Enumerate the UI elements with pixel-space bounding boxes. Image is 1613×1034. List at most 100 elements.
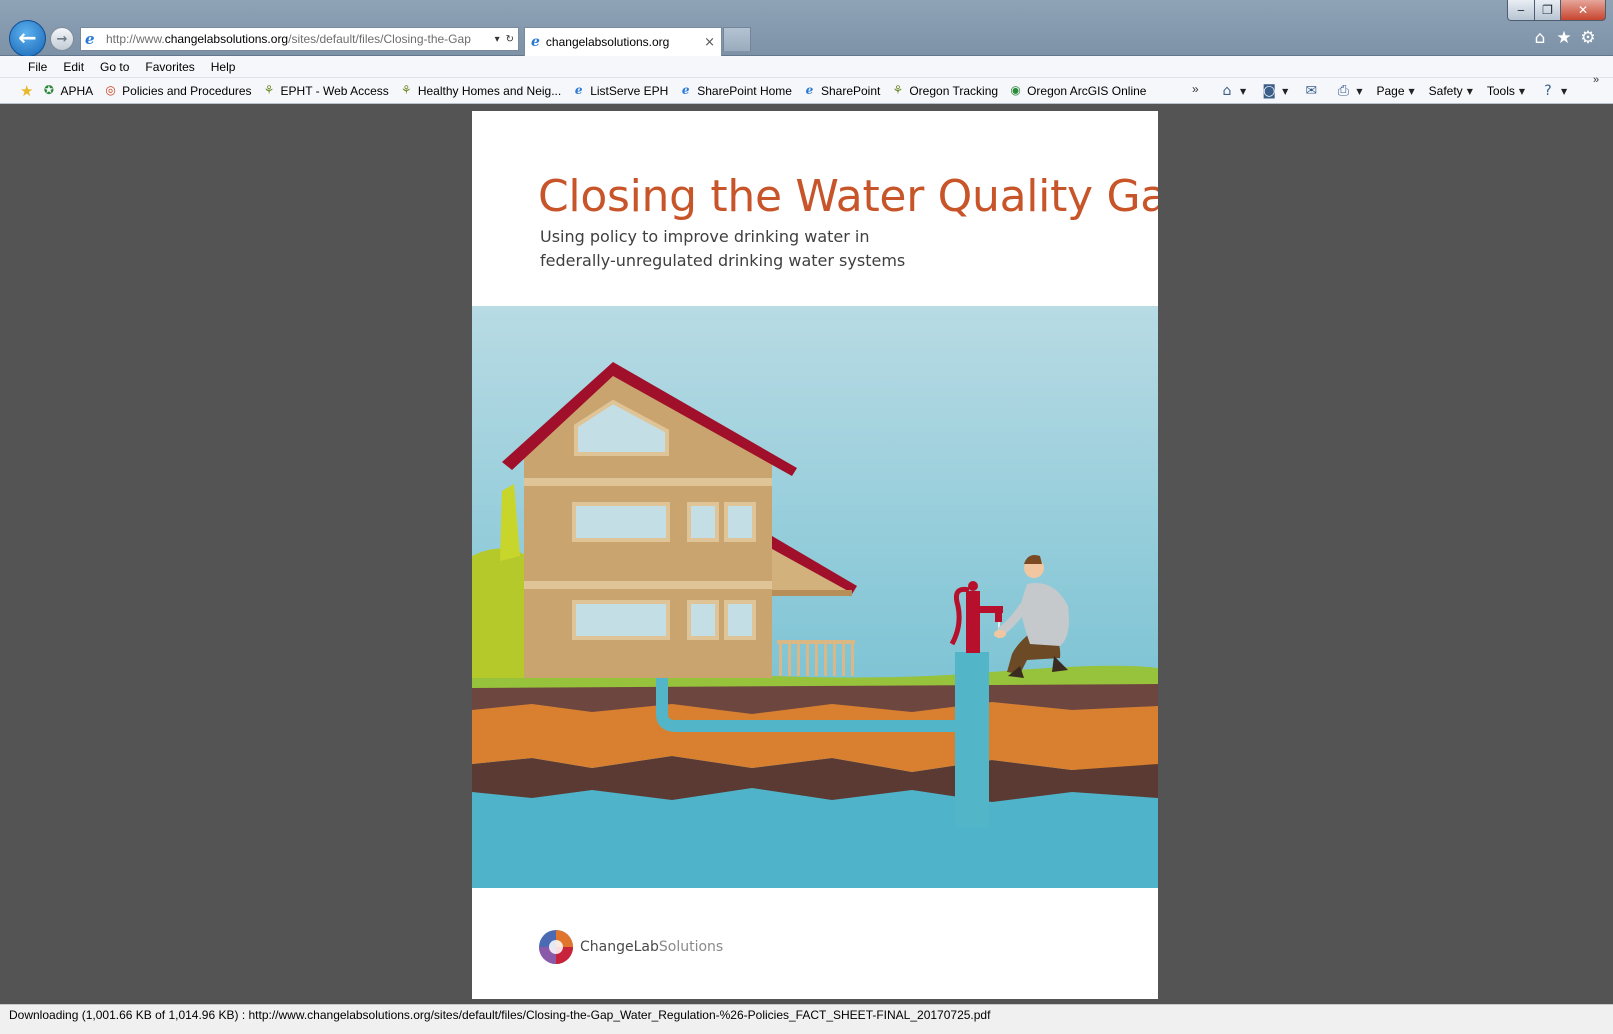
- window-upper-mid: [687, 502, 719, 542]
- favorite-label: Healthy Homes and Neig...: [417, 83, 562, 98]
- mail-icon: ✉: [1305, 83, 1318, 99]
- command-home-button[interactable]: ⌂ ▼: [1218, 83, 1247, 99]
- dropdown-arrow-icon[interactable]: ▼: [1561, 87, 1567, 96]
- changelab-brand-name: ChangeLabSolutions: [580, 939, 723, 955]
- favorites-star-icon[interactable]: ★: [1554, 28, 1574, 48]
- favorite-item[interactable]: e SharePoint Home: [678, 83, 792, 98]
- subtitle-line-1: Using policy to improve drinking water i…: [540, 227, 870, 246]
- pdf-page: Closing the Water Quality Gap Using poli…: [472, 111, 1158, 999]
- changelab-logo: ChangeLabSolutions: [538, 929, 723, 965]
- browser-title-bar: ‒ ❐ ✕ ← → e http://www.changelabsolution…: [0, 0, 1613, 57]
- command-rss-button[interactable]: ◙ ▼: [1260, 83, 1288, 99]
- house-band-1: [524, 478, 772, 486]
- dropdown-arrow-icon[interactable]: ▼: [1282, 87, 1288, 96]
- favorite-item[interactable]: ⚘ Oregon Tracking: [890, 83, 998, 98]
- command-page-button[interactable]: Page ▼: [1376, 84, 1414, 98]
- help-icon: ?: [1544, 83, 1552, 99]
- ie-icon: e: [574, 83, 583, 97]
- dropdown-arrow-icon[interactable]: ▼: [1467, 87, 1473, 96]
- favorite-label: Oregon Tracking: [909, 83, 999, 98]
- document-title: Closing the Water Quality Gap: [538, 171, 1158, 222]
- add-favorites-star-icon[interactable]: ★: [20, 82, 33, 100]
- status-text: Downloading (1,001.66 KB of 1,014.96 KB)…: [9, 1008, 991, 1022]
- favorite-label: Policies and Procedures: [122, 83, 252, 98]
- command-overflow-icon[interactable]: »: [1593, 74, 1599, 86]
- url-domain: changelabsolutions.org: [164, 32, 289, 46]
- favorite-label: SharePoint: [820, 83, 881, 98]
- back-arrow-icon: ←: [18, 26, 37, 51]
- house-band-2: [524, 581, 772, 589]
- favorite-label: EPHT - Web Access: [280, 83, 389, 98]
- window-lower-mid: [687, 600, 719, 640]
- dropdown-arrow-icon[interactable]: ▼: [1519, 87, 1525, 96]
- dropdown-arrow-icon[interactable]: ▼: [1356, 87, 1362, 96]
- url-prefix: http://www.: [106, 32, 165, 46]
- home-icon: ⌂: [1222, 83, 1232, 99]
- ie-tab-icon: e: [531, 34, 540, 50]
- favorite-item[interactable]: ◉ Oregon ArcGIS Online: [1008, 83, 1146, 98]
- command-bar: ⌂ ▼ ◙ ▼ ✉ ⎙ ▼ Page ▼ Safety ▼ Tools ▼? ▼: [1218, 78, 1581, 104]
- ie-icon: e: [681, 83, 690, 97]
- minimize-button[interactable]: ‒: [1507, 0, 1535, 21]
- menu-edit[interactable]: Edit: [63, 60, 84, 74]
- address-dropdown-icon[interactable]: ▾: [495, 34, 500, 45]
- circle-icon: ◎: [105, 83, 116, 97]
- tree-icon: ⚘: [263, 83, 275, 97]
- pdf-viewport[interactable]: Closing the Water Quality Gap Using poli…: [8, 105, 1605, 1003]
- print-icon: ⎙: [1337, 83, 1349, 99]
- brand-secondary: Solutions: [658, 939, 724, 955]
- ie-page-icon: e: [85, 30, 95, 48]
- ie-icon: e: [805, 83, 814, 97]
- favorite-item[interactable]: ⚘ EPHT - Web Access: [262, 83, 389, 98]
- status-bar: Downloading (1,001.66 KB of 1,014.96 KB)…: [0, 1004, 1613, 1034]
- favorite-item[interactable]: ✪ APHA: [41, 83, 93, 98]
- address-url[interactable]: http://www.changelabsolutions.org/sites/…: [106, 32, 489, 46]
- favorite-item[interactable]: e ListServe EPH: [571, 83, 668, 98]
- tab-close-icon[interactable]: ×: [704, 35, 715, 50]
- menu-bar: File Edit Go to Favorites Help: [0, 56, 1613, 78]
- tab-label: changelabsolutions.org: [545, 35, 670, 49]
- command-safety-button[interactable]: Safety ▼: [1429, 84, 1473, 98]
- close-window-button[interactable]: ✕: [1560, 0, 1606, 21]
- command-label: Tools: [1486, 84, 1515, 98]
- maximize-button[interactable]: ❐: [1534, 0, 1561, 21]
- command-print-button[interactable]: ⎙ ▼: [1334, 83, 1363, 99]
- changelab-logo-icon: [539, 930, 573, 964]
- globe-icon: ✪: [43, 83, 54, 97]
- home-icon[interactable]: ⌂: [1530, 28, 1550, 48]
- window-lower-left: [572, 600, 670, 640]
- favorite-label: SharePoint Home: [697, 83, 792, 98]
- porch-beam: [772, 590, 852, 596]
- refresh-icon[interactable]: ↻: [506, 34, 514, 45]
- dropdown-arrow-icon[interactable]: ▼: [1240, 87, 1246, 96]
- command-tools-button[interactable]: Tools ▼: [1487, 84, 1525, 98]
- menu-file[interactable]: File: [28, 60, 47, 74]
- dropdown-arrow-icon[interactable]: ▼: [1409, 87, 1415, 96]
- favorite-label: Oregon ArcGIS Online: [1027, 83, 1147, 98]
- gear-icon[interactable]: ⚙: [1578, 28, 1598, 48]
- command-help-button[interactable]: ? ▼: [1539, 83, 1567, 99]
- favorite-item[interactable]: ⚘ Healthy Homes and Neig...: [399, 83, 561, 98]
- menu-go-to[interactable]: Go to: [100, 60, 129, 74]
- brand-primary: ChangeLab: [580, 939, 659, 955]
- house-body: [524, 456, 772, 678]
- command-label: Page: [1376, 84, 1405, 98]
- favorite-label: ListServe EPH: [590, 83, 669, 98]
- groundwater: [472, 786, 1158, 888]
- forward-button[interactable]: →: [50, 27, 74, 51]
- menu-favorites[interactable]: Favorites: [145, 60, 194, 74]
- address-bar[interactable]: e http://www.changelabsolutions.org/site…: [80, 27, 519, 51]
- favorite-item[interactable]: e SharePoint: [802, 83, 881, 98]
- favorite-item[interactable]: ◎ Policies and Procedures: [103, 83, 251, 98]
- window-upper-left: [572, 502, 670, 542]
- rss-icon: ◙: [1262, 83, 1276, 99]
- favorites-overflow-icon[interactable]: »: [1192, 82, 1199, 96]
- menu-help[interactable]: Help: [211, 60, 236, 74]
- window-upper-right: [724, 502, 756, 542]
- globe-icon: ◉: [1010, 83, 1021, 97]
- command-mail-button[interactable]: ✉: [1302, 83, 1320, 99]
- new-tab-button[interactable]: [723, 27, 751, 51]
- tab-changelabsolutions[interactable]: e changelabsolutions.org ×: [524, 27, 722, 56]
- back-button[interactable]: ←: [9, 20, 46, 57]
- subtitle-line-2: federally-unregulated drinking water sys…: [540, 251, 906, 270]
